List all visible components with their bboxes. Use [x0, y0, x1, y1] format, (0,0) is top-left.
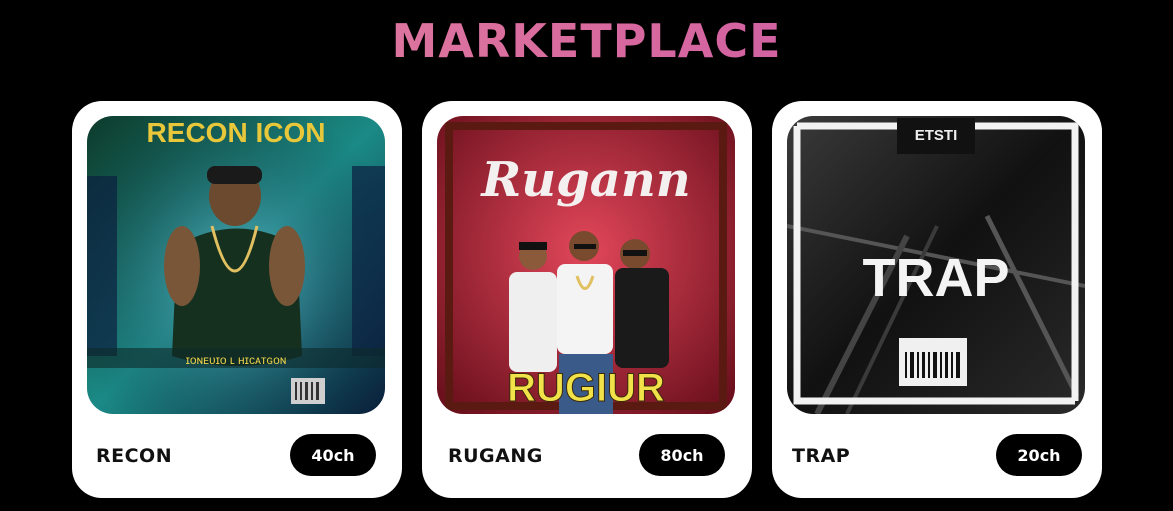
product-name: TRAP — [792, 445, 851, 467]
price-button[interactable]: 20ch — [996, 434, 1082, 476]
album-cover-recon[interactable]: ɪᴏɴᴇᴜɪᴏ ʟ ʜɪᴄᴀᴛɢᴏɴ RECON ICON — [87, 116, 385, 414]
cover-title-trap: TRAP — [863, 248, 1010, 308]
album-cover-rugang[interactable]: Rugann RUGIUR — [437, 116, 735, 414]
product-name: RUGANG — [448, 445, 543, 467]
cover-title-rugang: Rugann — [479, 152, 690, 208]
product-card-trap[interactable]: ETSTI TRAP TRAP 20ch — [772, 101, 1102, 498]
svg-text:ETSTI: ETSTI — [915, 127, 958, 144]
product-name: RECON — [96, 445, 173, 467]
product-card-rugang[interactable]: Rugann RUGIUR RUGANG 80ch — [422, 101, 752, 498]
price-button[interactable]: 40ch — [290, 434, 376, 476]
price-button[interactable]: 80ch — [639, 434, 725, 476]
product-card-recon[interactable]: ɪᴏɴᴇᴜɪᴏ ʟ ʜɪᴄᴀᴛɢᴏɴ RECON ICON RECON 40ch — [72, 101, 402, 498]
album-cover-trap[interactable]: ETSTI TRAP — [787, 116, 1085, 414]
svg-text:ɪᴏɴᴇᴜɪᴏ ʟ ʜɪᴄᴀᴛɢᴏɴ: ɪᴏɴᴇᴜɪᴏ ʟ ʜɪᴄᴀᴛɢᴏɴ — [186, 353, 287, 367]
cover-title-recon: RECON ICON — [147, 117, 326, 148]
cover-subtitle-rugang: RUGIUR — [507, 366, 665, 410]
page-title: MARKETPLACE — [0, 14, 1173, 68]
